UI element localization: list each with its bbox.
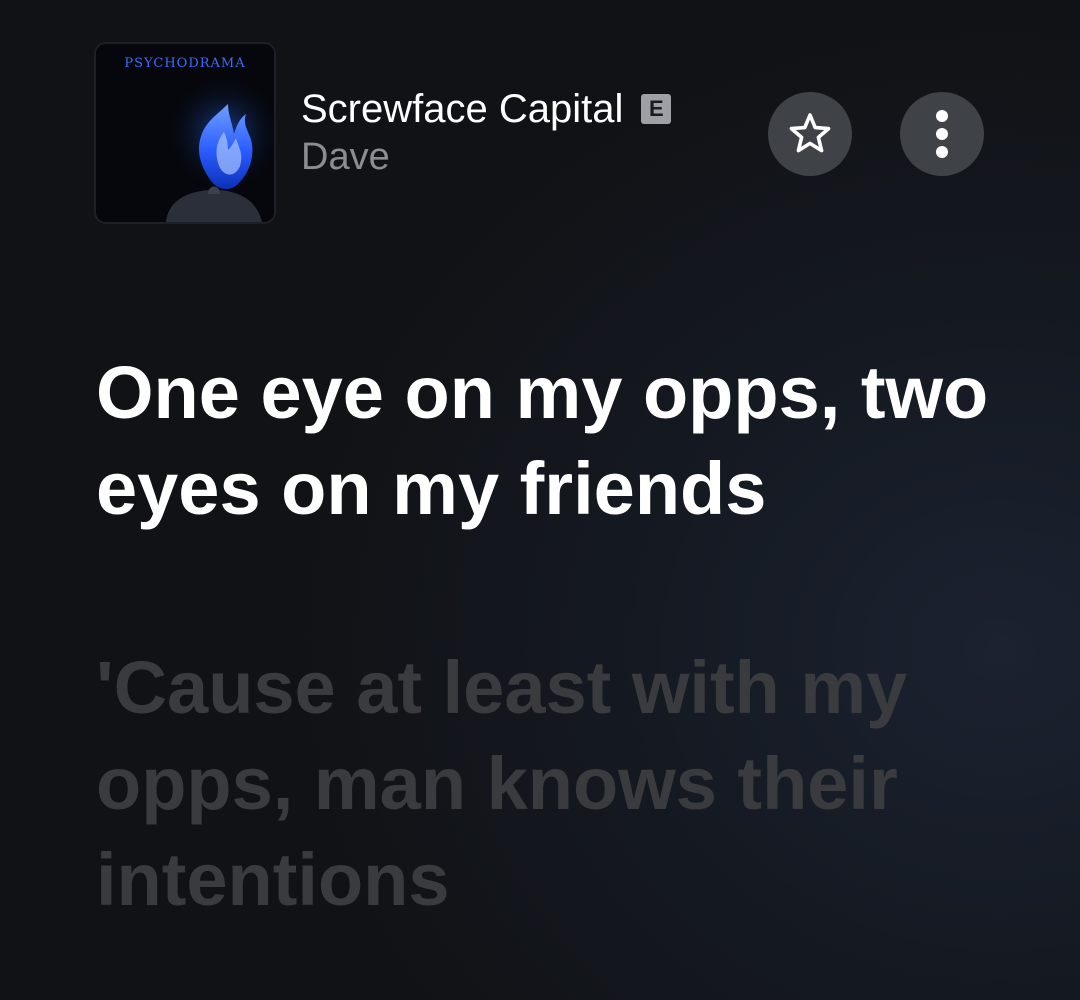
track-title[interactable]: Screwface Capital	[301, 87, 623, 132]
favorite-button[interactable]	[768, 92, 852, 176]
album-art-lettering: PSYCHODRAMA	[124, 56, 246, 71]
more-options-button[interactable]	[900, 92, 984, 176]
lyric-line-next[interactable]: 'Cause at least with my opps, man knows …	[96, 640, 1046, 928]
artist-name[interactable]: Dave	[301, 136, 671, 179]
more-vertical-icon	[936, 110, 948, 158]
star-outline-icon	[789, 113, 831, 153]
track-info: Screwface Capital E Dave	[301, 84, 672, 179]
lyrics-panel: One eye on my opps, two eyes on my frien…	[96, 345, 1046, 928]
album-art[interactable]: PSYCHODRAMA	[96, 44, 274, 222]
lyric-line-active[interactable]: One eye on my opps, two eyes on my frien…	[96, 345, 1046, 537]
title-row: Screwface Capital E	[301, 84, 672, 134]
now-playing-header: PSYCHODRAMA Screwface Capital E Dave	[96, 44, 996, 224]
explicit-badge: E	[641, 94, 672, 124]
